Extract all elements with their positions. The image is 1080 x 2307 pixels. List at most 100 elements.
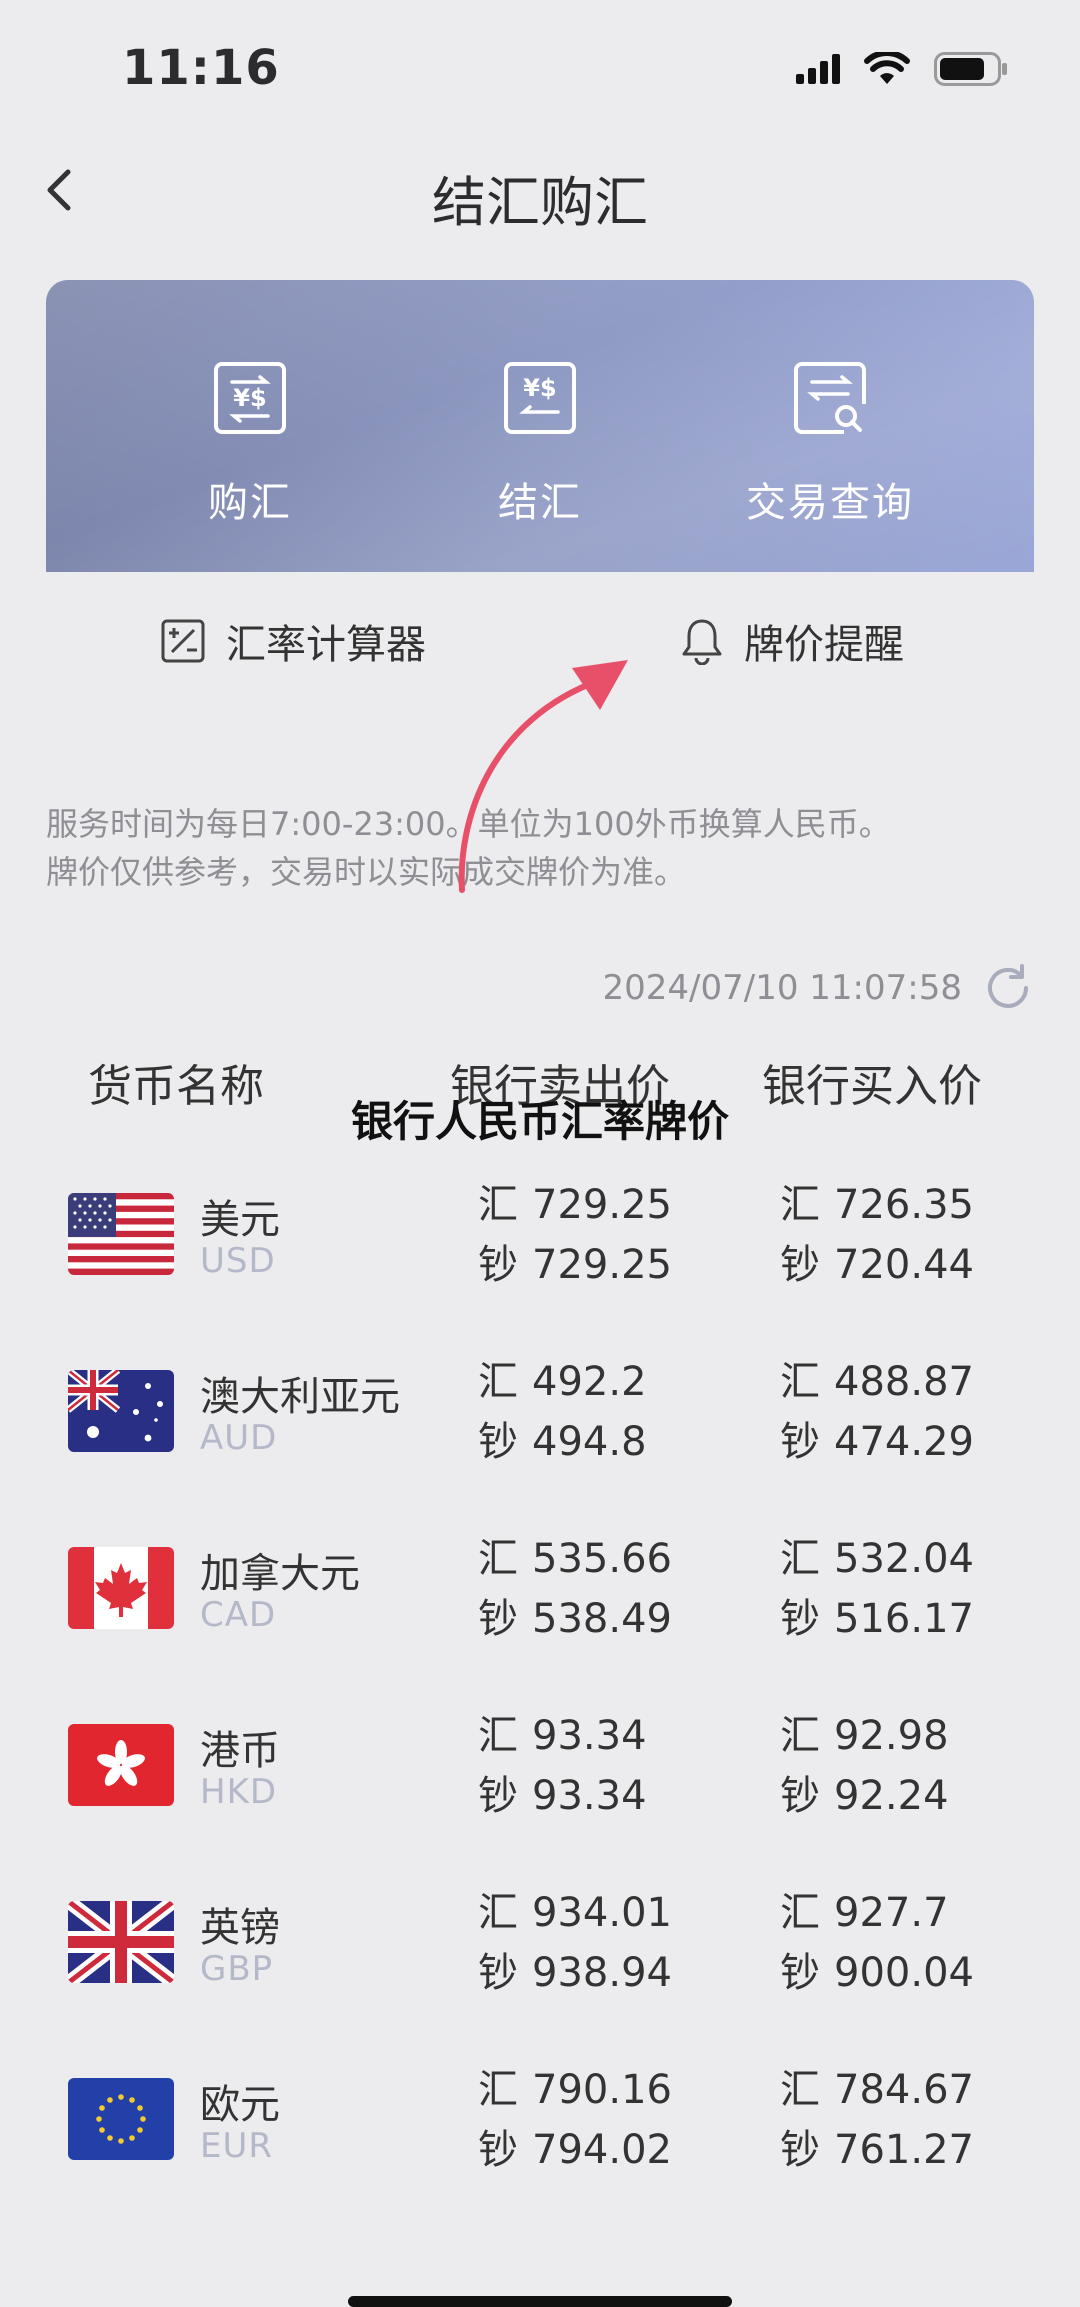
bell-icon — [682, 619, 722, 665]
cash-label: 钞 — [478, 2127, 518, 2173]
sell-cash-rate: 钞 729.25 — [478, 1235, 672, 1295]
sell-fx-value: 729.25 — [532, 1182, 672, 1228]
fx-label: 汇 — [478, 1890, 518, 1936]
currency-code: AUD — [200, 1418, 278, 1458]
status-bar: 11:16 — [0, 0, 1080, 140]
home-indicator[interactable] — [348, 2296, 732, 2307]
buy-fx-rate: 汇 488.87 — [780, 1352, 974, 1412]
overlay-caption: 银行人民币汇率牌价 — [350, 1097, 729, 1146]
gb-flag-icon — [68, 1901, 174, 1983]
buy-cash-rate: 钞 761.27 — [780, 2120, 974, 2180]
sell-fx-value: 934.01 — [532, 1890, 672, 1936]
buy-fx-rate: 汇 92.98 — [780, 1706, 949, 1766]
buy-fx-rate: 汇 784.67 — [780, 2060, 974, 2120]
sell-cash-rate: 钞 938.94 — [478, 1943, 672, 2003]
sell-cash-rate: 钞 494.8 — [478, 1412, 647, 1472]
buy-cash-value: 761.27 — [834, 2127, 974, 2173]
sell-cash-rate: 钞 93.34 — [478, 1766, 647, 1826]
fx-label: 汇 — [780, 2067, 820, 2113]
sell-cash-value: 538.49 — [532, 1596, 672, 1642]
cash-label: 钞 — [780, 1242, 820, 1288]
buy-cash-rate: 钞 516.17 — [780, 1589, 974, 1649]
currency-code: EUR — [200, 2126, 273, 2166]
buy-cash-value: 92.24 — [834, 1773, 949, 1819]
sell-cash-rate: 钞 794.02 — [478, 2120, 672, 2180]
price-alert-button[interactable]: 牌价提醒 — [680, 612, 904, 670]
buy-fx-value: 92.98 — [834, 1713, 949, 1759]
cash-label: 钞 — [780, 1419, 820, 1465]
buy-cash-rate: 钞 474.29 — [780, 1412, 974, 1472]
currency-name: 加拿大元 — [200, 1551, 360, 1597]
currency-code: USD — [200, 1241, 276, 1281]
fx-label: 汇 — [478, 2067, 518, 2113]
timestamp-row: 2024/07/10 11:07:58 — [603, 962, 1034, 1014]
fx-label: 汇 — [478, 1536, 518, 1582]
currency-code: CAD — [200, 1595, 277, 1635]
sell-fx-value: 535.66 — [532, 1536, 672, 1582]
cash-label: 钞 — [780, 1773, 820, 1819]
sell-fx-rate: 汇 790.16 — [478, 2060, 672, 2120]
currency-row-cad[interactable]: 加拿大元 CAD 汇 535.66 钞 538.49 汇 532.04 钞 516.17 — [0, 1529, 1080, 1706]
cellular-signal-icon — [796, 54, 840, 84]
sell-fx-rate: 汇 729.25 — [478, 1175, 672, 1235]
rate-calculator-button[interactable]: 汇率计算器 — [160, 612, 426, 670]
currency-name: 港币 — [200, 1728, 280, 1774]
action-panel: ¥$ 购汇 ¥$ 结汇 交易查询 — [46, 280, 1034, 572]
status-icons — [796, 52, 1008, 86]
sell-cash-value: 794.02 — [532, 2127, 672, 2173]
cash-label: 钞 — [478, 1419, 518, 1465]
currency-row-aud[interactable]: 澳大利亚元 AUD 汇 492.2 钞 494.8 汇 488.87 钞 474.29 — [0, 1352, 1080, 1529]
wifi-icon — [864, 52, 910, 84]
buy-fx-button[interactable]: ¥$ 购汇 — [120, 360, 380, 528]
buy-fx-value: 488.87 — [834, 1359, 974, 1405]
transaction-query-button[interactable]: 交易查询 — [700, 360, 960, 528]
buy-fx-value: 784.67 — [834, 2067, 974, 2113]
fx-label: 汇 — [780, 1536, 820, 1582]
transaction-query-label: 交易查询 — [746, 480, 914, 526]
svg-text:¥$: ¥$ — [523, 374, 556, 402]
buy-fx-value: 726.35 — [834, 1182, 974, 1228]
eu-flag-icon — [68, 2078, 174, 2160]
currency-row-usd[interactable]: 美元 USD 汇 729.25 钞 729.25 汇 726.35 钞 720.44 — [0, 1175, 1080, 1352]
sell-cash-value: 93.34 — [532, 1773, 647, 1819]
cash-label: 钞 — [780, 1596, 820, 1642]
currency-row-gbp[interactable]: 英镑 GBP 汇 934.01 钞 938.94 汇 927.7 钞 900.04 — [0, 1883, 1080, 2060]
buy-cash-rate: 钞 720.44 — [780, 1235, 974, 1295]
refresh-icon[interactable] — [982, 962, 1034, 1014]
buy-cash-value: 516.17 — [834, 1596, 974, 1642]
sell-fx-rate: 汇 93.34 — [478, 1706, 647, 1766]
svg-text:¥$: ¥$ — [233, 384, 266, 412]
currency-row-eur[interactable]: 欧元 EUR 汇 790.16 钞 794.02 汇 784.67 钞 761.27 — [0, 2060, 1080, 2237]
sell-fx-value: 492.2 — [532, 1359, 647, 1405]
sell-fx-rate: 汇 535.66 — [478, 1529, 672, 1589]
currency-name: 英镑 — [200, 1905, 280, 1951]
cash-label: 钞 — [780, 2127, 820, 2173]
annotation-arrow — [458, 660, 628, 893]
sell-fx-icon: ¥$ — [504, 362, 576, 434]
sell-cash-value: 938.94 — [532, 1950, 672, 1996]
page-title: 结汇购汇 — [432, 171, 648, 234]
sell-cash-value: 729.25 — [532, 1242, 672, 1288]
currency-list: 美元 USD 汇 729.25 钞 729.25 汇 726.35 钞 720.44 澳… — [0, 1175, 1080, 2237]
buy-cash-value: 474.29 — [834, 1419, 974, 1465]
fx-label: 汇 — [780, 1359, 820, 1405]
cash-label: 钞 — [478, 1242, 518, 1288]
price-alert-label: 牌价提醒 — [744, 622, 904, 668]
currency-name: 美元 — [200, 1197, 280, 1243]
fx-label: 汇 — [780, 1182, 820, 1228]
transaction-query-icon — [794, 362, 866, 434]
sell-fx-rate: 汇 492.2 — [478, 1352, 647, 1412]
sell-fx-value: 93.34 — [532, 1713, 647, 1759]
currency-row-hkd[interactable]: 港币 HKD 汇 93.34 钞 93.34 汇 92.98 钞 92.24 — [0, 1706, 1080, 1883]
ca-flag-icon — [68, 1547, 174, 1629]
sell-fx-label: 结汇 — [498, 480, 582, 526]
sell-fx-button[interactable]: ¥$ 结汇 — [410, 360, 670, 528]
buy-cash-value: 900.04 — [834, 1950, 974, 1996]
battery-icon — [934, 52, 1007, 86]
sell-fx-value: 790.16 — [532, 2067, 672, 2113]
fx-label: 汇 — [780, 1890, 820, 1936]
buy-fx-label: 购汇 — [208, 480, 292, 526]
cash-label: 钞 — [478, 1773, 518, 1819]
calculator-icon — [161, 619, 205, 663]
buy-fx-rate: 汇 532.04 — [780, 1529, 974, 1589]
